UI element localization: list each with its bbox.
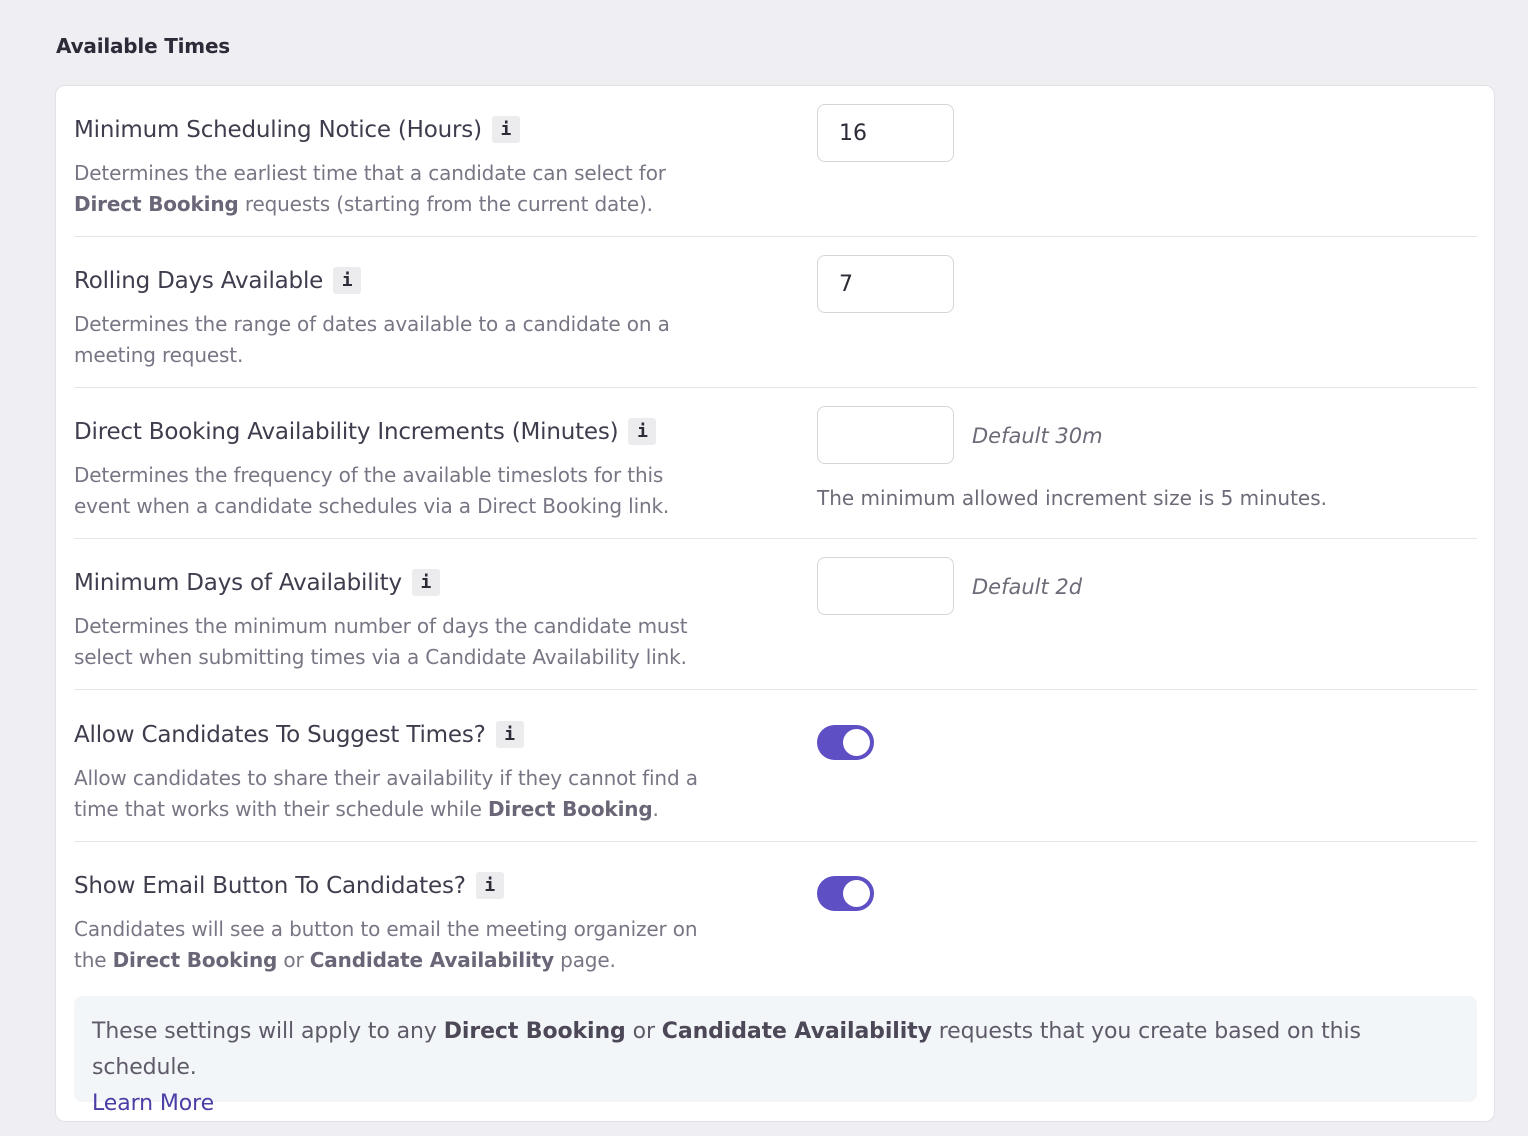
info-icon[interactable]: i — [475, 872, 504, 899]
desc-text: Determines the range of dates available … — [74, 312, 670, 367]
notice-text: These settings will apply to any — [92, 1019, 444, 1044]
email-button-toggle[interactable] — [817, 876, 874, 911]
desc-bold: Direct Booking — [74, 191, 239, 216]
setting-label: Direct Booking Availability Increments (… — [74, 418, 619, 445]
info-icon[interactable]: i — [333, 267, 362, 294]
setting-row-rolling-days: Rolling Days Available i Determines the … — [74, 237, 1477, 388]
desc-text: Determines the minimum number of days th… — [74, 614, 688, 669]
toggle-knob — [843, 729, 870, 756]
setting-label-row: Minimum Days of Availability i — [74, 569, 440, 596]
setting-label: Allow Candidates To Suggest Times? — [74, 721, 486, 748]
setting-description: Determines the frequency of the availabl… — [74, 460, 714, 521]
desc-text: page. — [553, 947, 616, 972]
info-icon[interactable]: i — [411, 569, 440, 596]
setting-label: Minimum Days of Availability — [74, 569, 402, 596]
setting-row-min-notice: Minimum Scheduling Notice (Hours) i Dete… — [74, 86, 1477, 237]
setting-description: Determines the minimum number of days th… — [74, 611, 714, 672]
setting-row-min-days: Minimum Days of Availability i Determine… — [74, 539, 1477, 690]
rolling-days-input[interactable] — [817, 255, 954, 313]
desc-text: Determines the earliest time that a cand… — [74, 161, 666, 185]
setting-description: Determines the earliest time that a cand… — [74, 158, 714, 219]
min-days-input[interactable] — [817, 557, 954, 615]
settings-notice: These settings will apply to any Direct … — [74, 996, 1477, 1116]
setting-label-row: Direct Booking Availability Increments (… — [74, 418, 657, 445]
notice-text: or — [625, 1019, 662, 1044]
desc-bold: Direct Booking — [112, 947, 278, 972]
setting-description: Determines the range of dates available … — [74, 309, 714, 370]
section-title: Available Times — [56, 34, 231, 58]
desc-bold: Candidate Availability — [309, 947, 554, 972]
increment-hint: The minimum allowed increment size is 5 … — [817, 486, 1327, 510]
setting-label-row: Allow Candidates To Suggest Times? i — [74, 721, 524, 748]
setting-row-increments: Direct Booking Availability Increments (… — [74, 388, 1477, 539]
info-icon[interactable]: i — [495, 721, 524, 748]
setting-label: Rolling Days Available — [74, 267, 324, 294]
toggle-knob — [843, 880, 870, 907]
setting-label-row: Rolling Days Available i — [74, 267, 362, 294]
setting-label-row: Show Email Button To Candidates? i — [74, 872, 504, 899]
desc-text: requests (starting from the current date… — [238, 191, 653, 216]
min-notice-input[interactable] — [817, 104, 954, 162]
learn-more-link[interactable]: Learn More — [92, 1086, 214, 1122]
notice-bold: Candidate Availability — [661, 1019, 932, 1044]
default-hint: Default 2d — [972, 575, 1083, 599]
info-icon[interactable]: i — [628, 418, 657, 445]
setting-description: Candidates will see a button to email th… — [74, 914, 734, 975]
suggest-times-toggle[interactable] — [817, 725, 874, 760]
setting-label: Show Email Button To Candidates? — [74, 872, 466, 899]
setting-label-row: Minimum Scheduling Notice (Hours) i — [74, 116, 520, 143]
notice-bold: Direct Booking — [443, 1019, 626, 1044]
desc-text: Determines the frequency of the availabl… — [74, 463, 670, 518]
setting-row-suggest-times: Allow Candidates To Suggest Times? i All… — [74, 691, 1477, 842]
desc-text: . — [652, 796, 659, 821]
setting-description: Allow candidates to share their availabi… — [74, 763, 734, 824]
desc-text: or — [277, 947, 310, 972]
available-times-card: Minimum Scheduling Notice (Hours) i Dete… — [55, 85, 1495, 1122]
setting-row-email-button: Show Email Button To Candidates? i Candi… — [74, 842, 1477, 993]
desc-bold: Direct Booking — [487, 796, 653, 821]
default-hint: Default 30m — [972, 424, 1103, 448]
setting-label: Minimum Scheduling Notice (Hours) — [74, 116, 482, 143]
increments-input[interactable] — [817, 406, 954, 464]
info-icon[interactable]: i — [491, 116, 520, 143]
